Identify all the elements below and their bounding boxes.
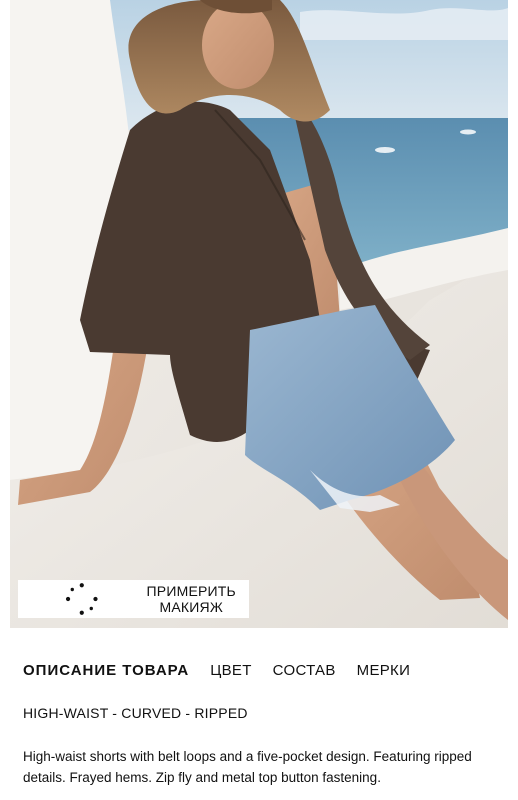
product-subtitle: HIGH-WAIST - CURVED - RIPPED	[23, 705, 248, 721]
product-page: ПРИМЕРИТЬ МАКИЯЖ ОПИСАНИЕ ТОВАРА ЦВЕТ СО…	[0, 0, 518, 800]
product-description: High-waist shorts with belt loops and a …	[23, 749, 472, 785]
try-makeup-label: ПРИМЕРИТЬ МАКИЯЖ	[146, 583, 236, 615]
try-makeup-button[interactable]: ПРИМЕРИТЬ МАКИЯЖ	[18, 580, 249, 618]
product-info-tabs: ОПИСАНИЕ ТОВАРА ЦВЕТ СОСТАВ МЕРКИ	[23, 662, 410, 679]
tab-measurements[interactable]: МЕРКИ	[357, 662, 411, 679]
sparkle-icon	[65, 583, 98, 615]
product-photo[interactable]: ПРИМЕРИТЬ МАКИЯЖ	[10, 0, 508, 628]
tab-description[interactable]: ОПИСАНИЕ ТОВАРА	[23, 662, 189, 679]
product-image	[10, 0, 508, 628]
tab-color[interactable]: ЦВЕТ	[210, 662, 251, 679]
tab-composition[interactable]: СОСТАВ	[273, 662, 336, 679]
